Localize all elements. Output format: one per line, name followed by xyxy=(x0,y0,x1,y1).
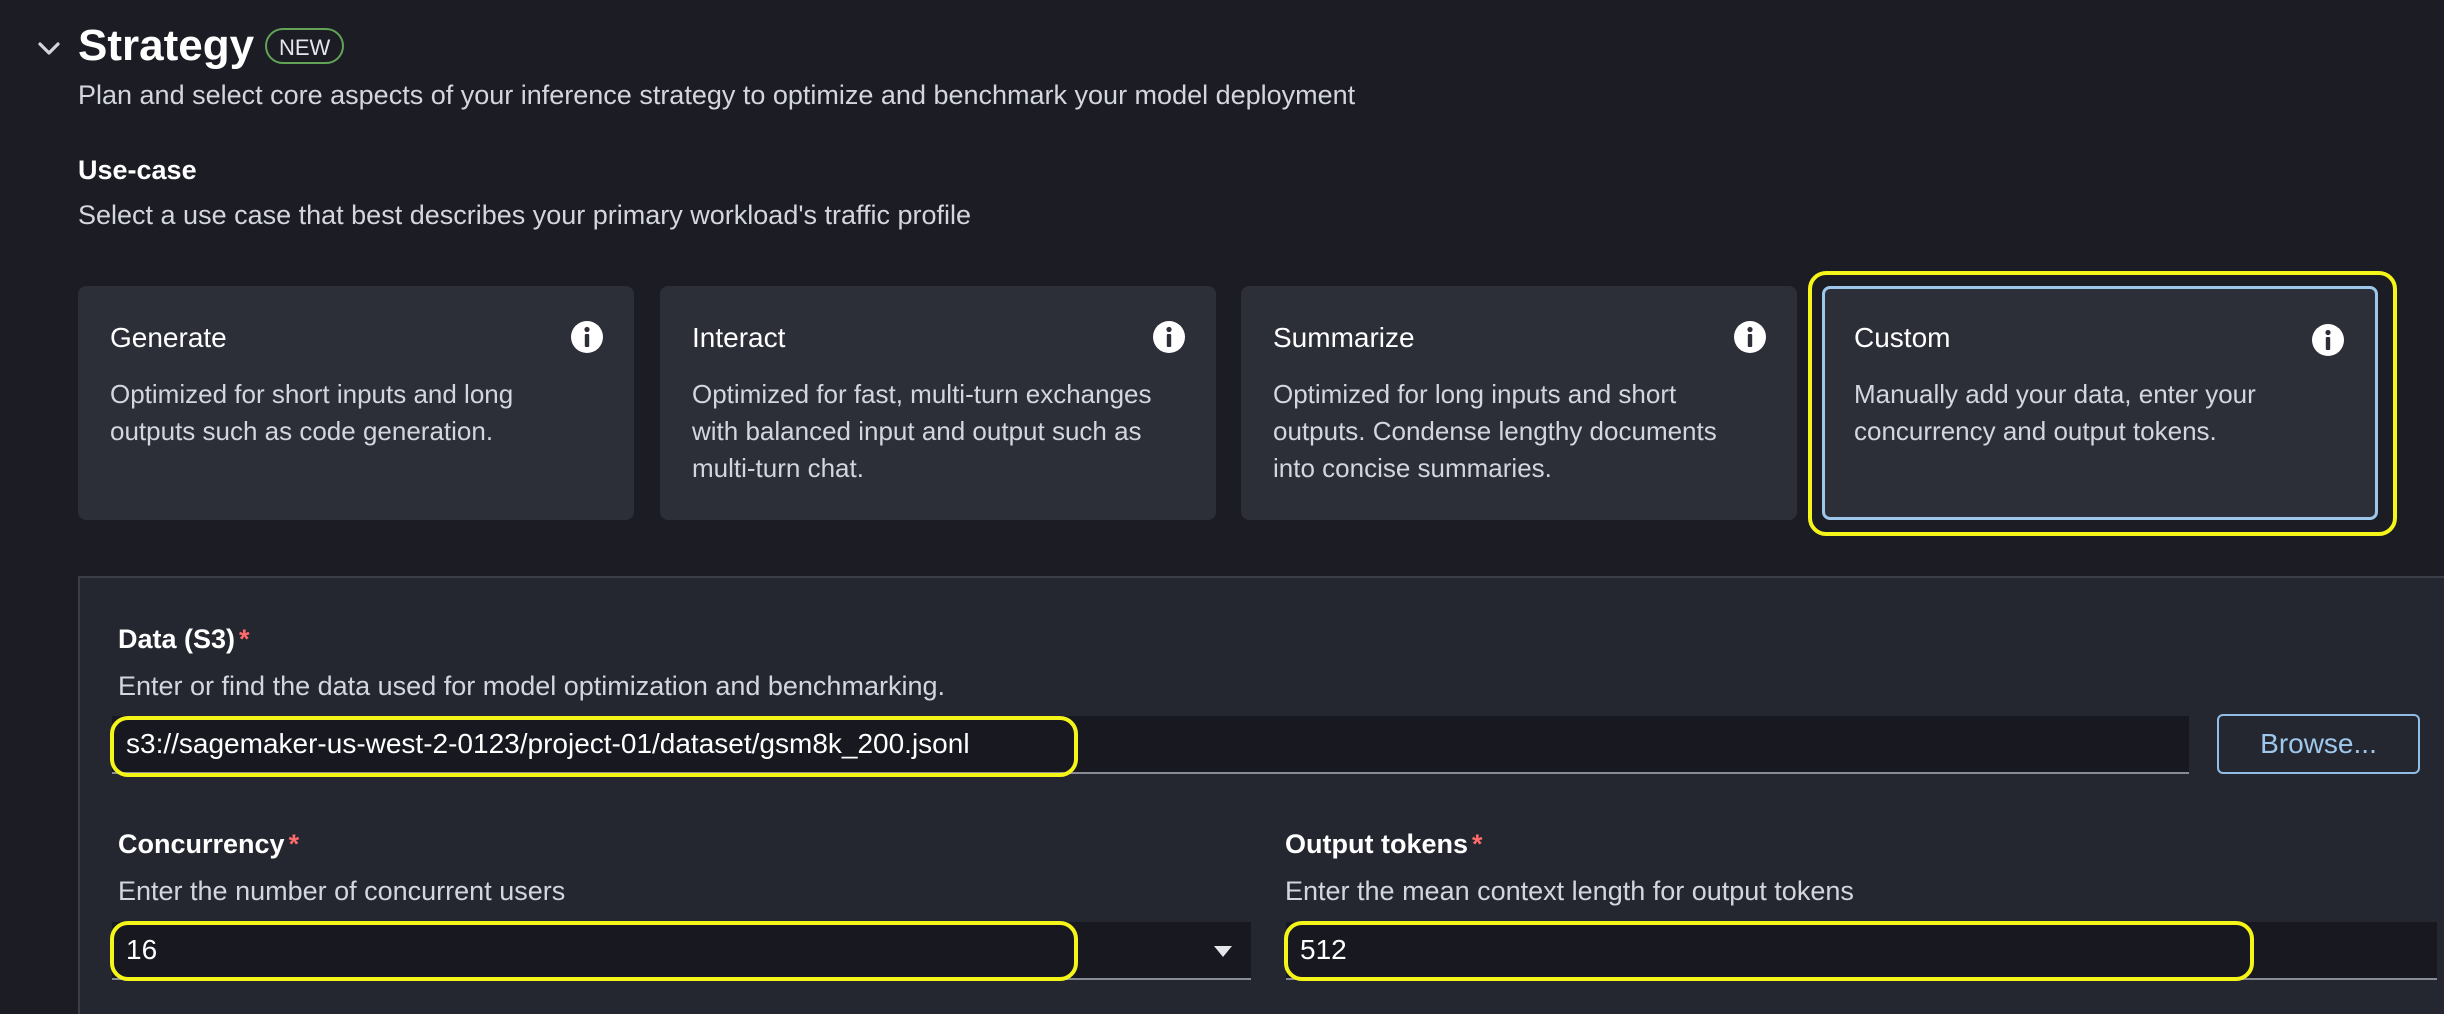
card-title: Custom xyxy=(1854,322,1951,353)
use-case-description: Select a use case that best describes yo… xyxy=(78,200,972,230)
card-title: Generate xyxy=(110,322,227,353)
use-case-card-custom[interactable]: Custom Manually add your data, enter you… xyxy=(1822,286,2378,520)
section-subtitle: Plan and select core aspects of your inf… xyxy=(78,80,1356,110)
required-marker: * xyxy=(1472,829,1483,859)
card-description: Optimized for long inputs and short outp… xyxy=(1273,379,1717,483)
concurrency-description: Enter the number of concurrent users xyxy=(118,876,566,906)
use-case-card-summarize[interactable]: Summarize Optimized for long inputs and … xyxy=(1241,286,1797,520)
info-icon[interactable] xyxy=(2311,323,2345,357)
info-icon[interactable] xyxy=(570,320,604,354)
output-tokens-description: Enter the mean context length for output… xyxy=(1285,876,1854,906)
info-icon[interactable] xyxy=(1152,320,1186,354)
info-icon[interactable] xyxy=(1733,320,1767,354)
browse-button[interactable]: Browse... xyxy=(2217,714,2420,774)
new-badge: NEW xyxy=(265,28,345,64)
card-description: Manually add your data, enter your concu… xyxy=(1854,379,2256,446)
chevron-down-icon[interactable] xyxy=(34,33,64,63)
data-s3-label: Data (S3) * xyxy=(118,624,250,654)
card-title: Interact xyxy=(692,322,786,353)
section-title: Strategy xyxy=(78,21,255,70)
concurrency-select[interactable]: 16 xyxy=(112,922,1251,980)
concurrency-label: Concurrency * xyxy=(118,829,300,859)
required-marker: * xyxy=(288,829,300,859)
data-s3-input[interactable]: s3://sagemaker-us-west-2-0123/project-01… xyxy=(112,716,2189,774)
data-s3-description: Enter or find the data used for model op… xyxy=(118,671,945,701)
card-description: Optimized for short inputs and long outp… xyxy=(110,379,514,446)
strategy-page: Strategy NEW Plan and select core aspect… xyxy=(0,0,2444,1014)
use-case-card-generate[interactable]: Generate Optimized for short inputs and … xyxy=(78,286,634,520)
required-marker: * xyxy=(239,624,250,654)
caret-down-icon[interactable] xyxy=(1212,944,1234,958)
use-case-heading: Use-case xyxy=(78,155,197,185)
card-description: Optimized for fast, multi-turn exchanges… xyxy=(692,379,1152,483)
card-title: Summarize xyxy=(1273,322,1415,353)
output-tokens-input[interactable]: 512 xyxy=(1286,922,2437,980)
use-case-card-interact[interactable]: Interact Optimized for fast, multi-turn … xyxy=(660,286,1216,520)
output-tokens-label: Output tokens * xyxy=(1285,829,1483,859)
